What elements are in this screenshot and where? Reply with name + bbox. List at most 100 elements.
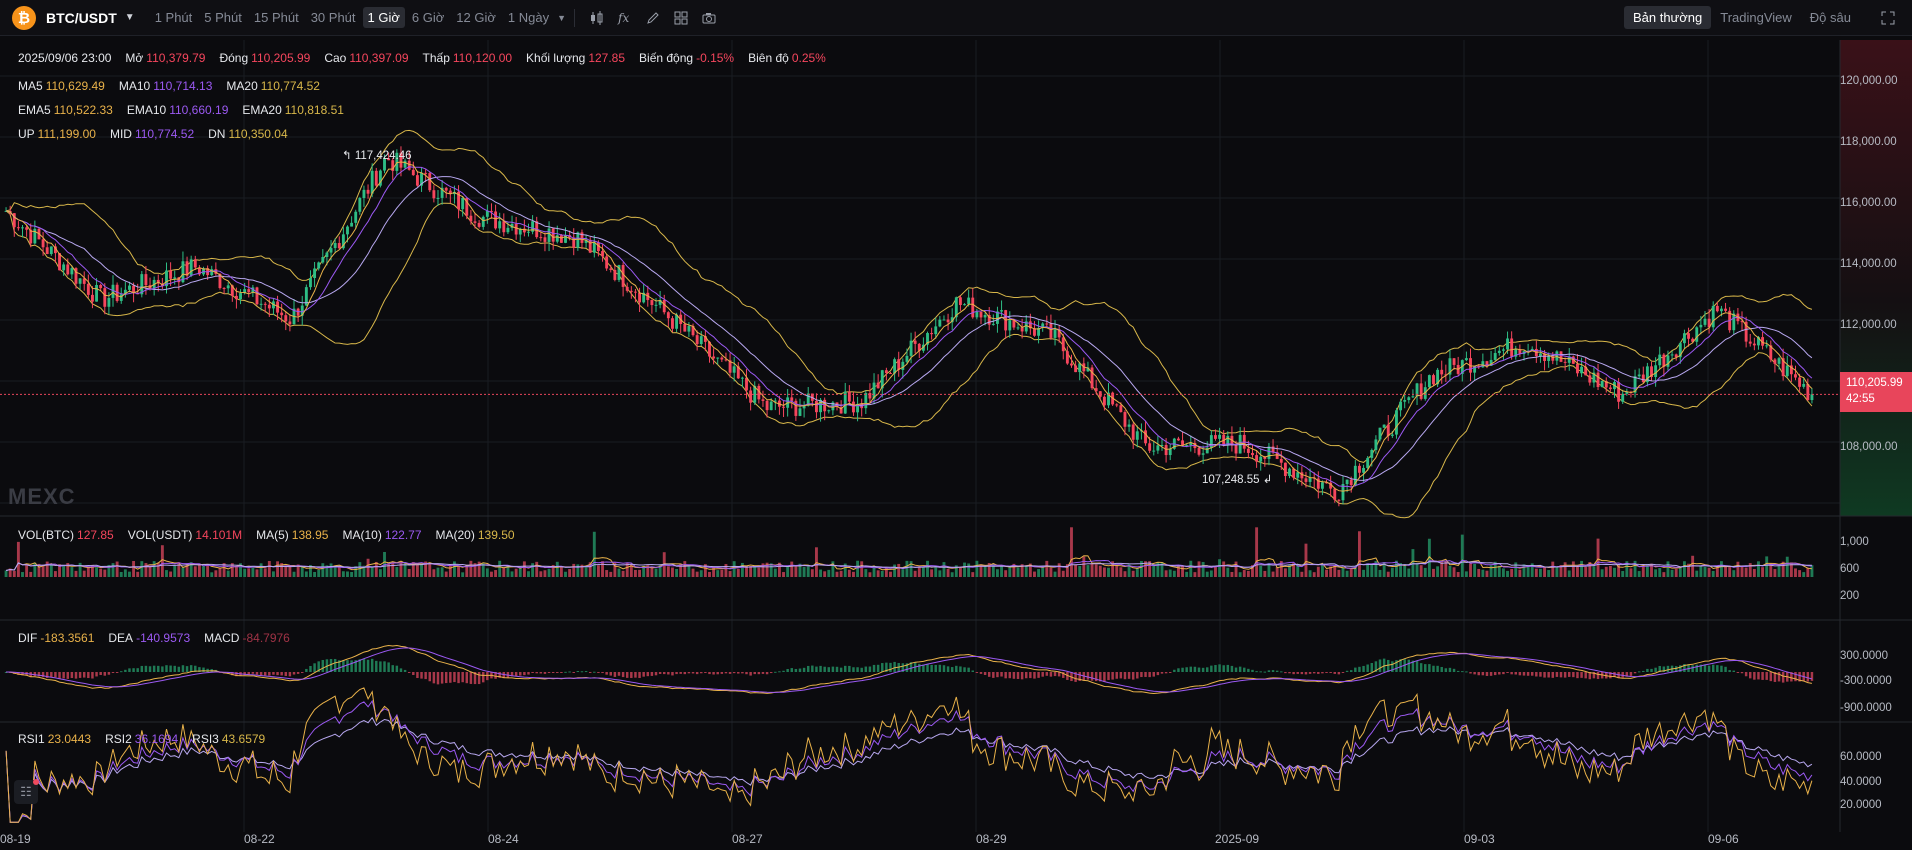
candle-body bbox=[1670, 354, 1674, 356]
macd-histogram-bar bbox=[934, 664, 937, 672]
layout-icon[interactable] bbox=[667, 4, 695, 32]
price-chart[interactable] bbox=[0, 36, 1912, 850]
macd-histogram-bar bbox=[1312, 672, 1316, 674]
volume-bar bbox=[78, 562, 82, 577]
candle-body bbox=[1621, 393, 1625, 402]
candle-body bbox=[62, 264, 66, 271]
volume-bar bbox=[1312, 572, 1316, 577]
macd-histogram-bar bbox=[1650, 668, 1653, 672]
macd-histogram-bar bbox=[276, 672, 279, 676]
volume-bar bbox=[313, 571, 317, 577]
candle-body bbox=[638, 292, 641, 303]
candle-body bbox=[477, 222, 481, 227]
ma20-line bbox=[5, 176, 1813, 481]
macd-histogram-bar bbox=[823, 666, 826, 672]
volume-bar bbox=[136, 571, 140, 577]
candle-body bbox=[461, 197, 465, 210]
volume-bar bbox=[1460, 534, 1464, 577]
macd-histogram-bar bbox=[1300, 672, 1304, 675]
volume-bar bbox=[810, 569, 814, 577]
volume-bar bbox=[197, 563, 201, 577]
symbol-selector[interactable]: BTC/USDT bbox=[46, 10, 117, 26]
macd-histogram-bar bbox=[523, 672, 526, 676]
volume-bar bbox=[786, 566, 790, 577]
macd-histogram-bar bbox=[584, 671, 588, 673]
candle-body bbox=[662, 299, 666, 313]
volume-bar bbox=[773, 568, 777, 577]
fullscreen-icon[interactable] bbox=[1874, 4, 1902, 32]
timeframe-6h[interactable]: 6 Giờ bbox=[407, 7, 449, 28]
candle-body bbox=[1255, 455, 1259, 462]
volume-bar bbox=[1464, 571, 1468, 577]
macd-histogram-bar bbox=[1436, 665, 1439, 672]
camera-icon[interactable] bbox=[695, 4, 723, 32]
macd-axis-label: -300.0000 bbox=[1840, 675, 1892, 687]
macd-histogram-bar bbox=[370, 658, 374, 672]
timeframe-1h[interactable]: 1 Giờ bbox=[362, 7, 405, 28]
indicator-icon[interactable]: fx bbox=[611, 4, 639, 32]
mode-normal[interactable]: Bản thường bbox=[1623, 6, 1712, 29]
mode-depth[interactable]: Độ sâu bbox=[1801, 6, 1860, 29]
macd-histogram-bar bbox=[1243, 667, 1246, 672]
volume-bar bbox=[1049, 567, 1053, 577]
chevron-down-icon[interactable]: ▼ bbox=[125, 12, 135, 23]
volume-bar bbox=[621, 570, 625, 577]
volume-bar bbox=[173, 565, 177, 577]
macd-histogram-bar bbox=[815, 666, 818, 672]
volume-bar bbox=[70, 567, 74, 577]
macd-histogram-bar bbox=[1103, 672, 1106, 682]
timeframe-5m[interactable]: 5 Phút bbox=[199, 7, 247, 28]
volume-bar bbox=[1181, 566, 1184, 577]
vol-ma5-value: 138.95 bbox=[291, 528, 329, 542]
macd-histogram-bar bbox=[761, 672, 765, 674]
candle-body bbox=[70, 268, 74, 275]
candle-body bbox=[1382, 424, 1386, 428]
macd-histogram-bar bbox=[1144, 672, 1147, 677]
candle-body bbox=[1637, 374, 1641, 377]
volume-bar bbox=[74, 570, 78, 577]
macd-histogram-bar bbox=[531, 672, 534, 673]
macd-histogram-bar bbox=[1234, 667, 1238, 672]
volume-bar bbox=[921, 567, 925, 577]
rsi2-value: 36.1694 bbox=[134, 732, 179, 746]
ema20-value: 110,818.51 bbox=[284, 103, 344, 117]
candle-type-icon[interactable] bbox=[583, 4, 611, 32]
macd-histogram-bar bbox=[1131, 672, 1135, 680]
macd-histogram-bar bbox=[1304, 672, 1308, 675]
timeframe-1d[interactable]: 1 Ngày bbox=[503, 7, 554, 28]
rsi-axis-label: 40.0000 bbox=[1840, 776, 1882, 788]
candle-body bbox=[1123, 412, 1127, 427]
candle-body bbox=[1218, 434, 1222, 439]
timeframe-15m[interactable]: 15 Phút bbox=[249, 7, 304, 28]
volume-bar bbox=[605, 570, 609, 577]
volume-bar bbox=[1621, 571, 1625, 577]
timeframe-30m[interactable]: 30 Phút bbox=[306, 7, 361, 28]
macd-histogram-bar bbox=[255, 672, 259, 675]
volume-bar bbox=[461, 572, 465, 577]
candle-body bbox=[946, 319, 950, 323]
timeframe-1m[interactable]: 1 Phút bbox=[150, 7, 198, 28]
volume-bar bbox=[395, 567, 399, 577]
volume-bar bbox=[1242, 570, 1246, 577]
mode-tradingview[interactable]: TradingView bbox=[1711, 6, 1801, 29]
macd-histogram-bar bbox=[576, 670, 580, 672]
volume-bar bbox=[1571, 561, 1575, 577]
volume-bar bbox=[502, 567, 506, 577]
volume-bar bbox=[1522, 564, 1526, 577]
timeframe-12h[interactable]: 12 Giờ bbox=[451, 7, 501, 28]
candle-body bbox=[592, 242, 596, 253]
candle-body bbox=[1810, 394, 1814, 401]
volume-bar bbox=[531, 563, 535, 577]
candle-body bbox=[629, 290, 633, 292]
draw-icon[interactable] bbox=[639, 4, 667, 32]
volume-bar bbox=[370, 567, 374, 577]
candle-body bbox=[967, 297, 971, 305]
macd-histogram-bar bbox=[1642, 670, 1645, 672]
price-axis-label: 116,000.00 bbox=[1840, 197, 1897, 209]
candle-body bbox=[346, 226, 349, 235]
timeframe-more-icon[interactable]: ▼ bbox=[557, 13, 566, 23]
macd-histogram-bar bbox=[1016, 672, 1020, 679]
candle-body bbox=[374, 170, 378, 186]
volume-bar bbox=[958, 567, 962, 577]
candle-body bbox=[1358, 465, 1361, 473]
